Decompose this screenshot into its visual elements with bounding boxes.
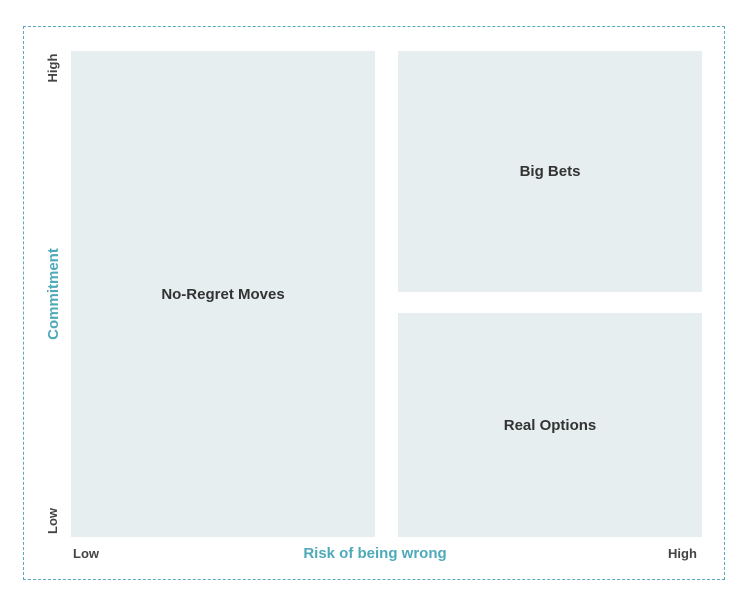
y-axis-title: Commitment — [45, 248, 62, 340]
x-axis-title: Risk of being wrong — [303, 545, 447, 562]
quadrant-label-real-options: Real Options — [503, 416, 597, 434]
quadrant-real-options: Real Options — [398, 313, 702, 537]
quadrant-label-big-bets: Big Bets — [519, 163, 581, 180]
x-axis-high-label: High — [668, 546, 697, 561]
y-axis-low-label: Low — [45, 508, 60, 534]
x-axis-low-label: Low — [73, 546, 99, 561]
y-axis-high-label: High — [45, 53, 60, 83]
quadrant-big-bets: Big Bets — [398, 51, 702, 292]
quadrant-no-regret-moves: No-Regret Moves — [71, 51, 375, 537]
quadrant-label-no-regret-moves: No-Regret Moves — [161, 285, 285, 303]
